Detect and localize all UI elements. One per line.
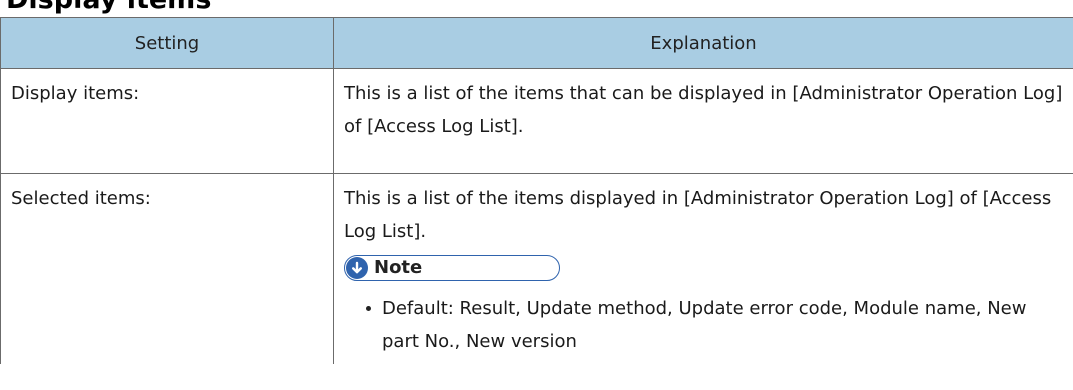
- note-item: Default: Result, Update method, Update e…: [366, 292, 1063, 358]
- explanation-cell: This is a list of the items displayed in…: [333, 173, 1073, 364]
- settings-table: Setting Explanation Display items: This …: [0, 17, 1073, 364]
- table-row: Selected items: This is a list of the it…: [0, 173, 1073, 364]
- table-header-row: Setting Explanation: [0, 17, 1073, 69]
- down-arrow-circle-icon: [346, 257, 368, 279]
- note-list: Default: Result, Update method, Update e…: [344, 292, 1063, 358]
- column-header-setting: Setting: [0, 17, 334, 69]
- note-label: Note: [374, 257, 423, 278]
- column-header-explanation: Explanation: [333, 17, 1073, 69]
- table-row: Display items: This is a list of the ite…: [0, 68, 1073, 174]
- note-header: Note: [344, 255, 560, 281]
- setting-cell: Display items:: [0, 68, 334, 174]
- setting-cell: Selected items:: [0, 173, 334, 364]
- explanation-cell: This is a list of the items that can be …: [333, 68, 1073, 174]
- explanation-text: This is a list of the items displayed in…: [344, 188, 1052, 242]
- section-heading: Display items: [6, 0, 211, 17]
